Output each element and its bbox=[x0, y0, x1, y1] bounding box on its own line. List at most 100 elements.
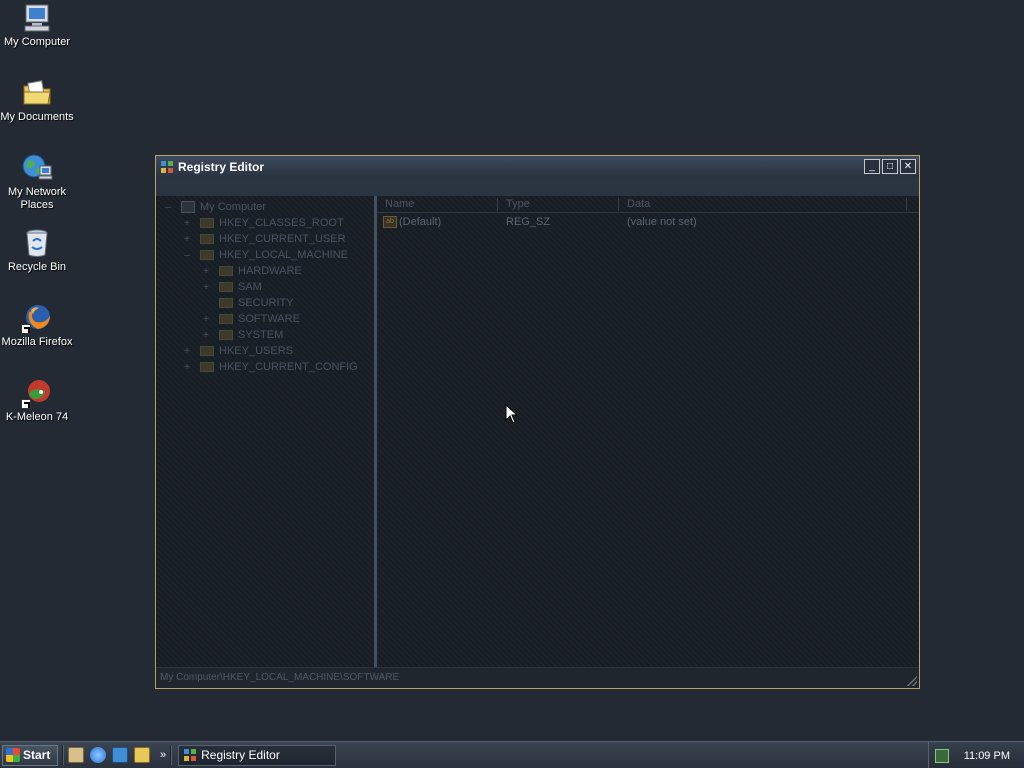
maximize-icon: □ bbox=[886, 160, 894, 172]
taskbar-button-registry-editor[interactable]: Registry Editor bbox=[178, 744, 337, 766]
tree-node-label: SECURITY bbox=[238, 297, 294, 309]
windows-explorer-icon[interactable] bbox=[134, 747, 150, 763]
close-button[interactable]: ✕ bbox=[900, 159, 916, 174]
tree-node-hkey-local-machine[interactable]: – HKEY_LOCAL_MACHINE bbox=[182, 247, 348, 263]
folder-icon bbox=[219, 314, 233, 324]
tree-node-label: HKEY_LOCAL_MACHINE bbox=[219, 249, 348, 261]
show-desktop-icon[interactable] bbox=[68, 747, 84, 763]
value-type: REG_SZ bbox=[506, 215, 551, 228]
tree-node-label: HKEY_CURRENT_USER bbox=[219, 233, 346, 245]
expand-icon[interactable]: + bbox=[201, 314, 211, 325]
registry-editor-icon bbox=[184, 749, 197, 761]
column-header-name[interactable]: Name bbox=[377, 197, 498, 211]
minimize-icon: _ bbox=[869, 160, 875, 172]
internet-explorer-icon[interactable] bbox=[90, 747, 106, 763]
registry-editor-window[interactable]: Registry Editor _ □ ✕ – My Computer + HK… bbox=[155, 155, 920, 689]
desktop-icon-k-meleon[interactable]: K-Meleon 74 bbox=[0, 377, 74, 424]
taskbar-separator bbox=[62, 745, 64, 765]
clock[interactable]: 11:09 PM bbox=[964, 750, 1010, 762]
desktop-icon-network-places[interactable]: My Network Places bbox=[0, 152, 74, 212]
shortcut-arrow-icon bbox=[21, 399, 31, 409]
expand-icon[interactable]: + bbox=[201, 266, 211, 277]
folder-icon bbox=[200, 346, 214, 356]
status-path: My Computer\HKEY_LOCAL_MACHINE\SOFTWARE bbox=[160, 672, 400, 683]
tree-node-my-computer[interactable]: – My Computer bbox=[163, 199, 266, 215]
tree-node-label: HKEY_USERS bbox=[219, 345, 293, 357]
tree-node-hkey-users[interactable]: + HKEY_USERS bbox=[182, 343, 293, 359]
column-header-type[interactable]: Type bbox=[498, 197, 619, 211]
folder-icon bbox=[200, 250, 214, 260]
desktop-icon-label: My Computer bbox=[3, 36, 71, 48]
maximize-button[interactable]: □ bbox=[882, 159, 898, 174]
registry-editor-icon bbox=[161, 161, 173, 173]
list-item[interactable]: ab (Default) REG_SZ (value not set) bbox=[377, 213, 919, 230]
expand-icon[interactable]: + bbox=[201, 330, 211, 341]
tree-node-label: HKEY_CLASSES_ROOT bbox=[219, 217, 344, 229]
network-tray-icon[interactable] bbox=[935, 748, 949, 763]
expand-icon[interactable]: + bbox=[182, 234, 192, 245]
collapse-icon[interactable]: – bbox=[163, 202, 173, 213]
mouse-cursor-icon bbox=[505, 404, 517, 424]
expand-icon[interactable]: + bbox=[201, 282, 211, 293]
expand-icon[interactable]: + bbox=[182, 346, 192, 357]
desktop-icon-recycle-bin[interactable]: Recycle Bin bbox=[0, 227, 74, 274]
tree-node-label: SYSTEM bbox=[238, 329, 284, 341]
tree-node-software[interactable]: + SOFTWARE bbox=[201, 311, 300, 327]
close-icon: ✕ bbox=[903, 160, 913, 172]
computer-icon bbox=[181, 201, 195, 213]
start-label: Start bbox=[23, 748, 51, 762]
desktop-icon-label: K-Meleon 74 bbox=[5, 411, 69, 423]
tree-node-hkey-classes-root[interactable]: + HKEY_CLASSES_ROOT bbox=[182, 215, 344, 231]
tree-node-label: My Computer bbox=[200, 201, 267, 213]
desktop-icon-firefox[interactable]: Mozilla Firefox bbox=[0, 302, 74, 349]
k-meleon-icon bbox=[21, 377, 53, 409]
column-header-data[interactable]: Data bbox=[619, 197, 907, 211]
tree-node-label: SAM bbox=[238, 281, 262, 293]
system-tray: 11:09 PM bbox=[928, 742, 1024, 768]
minimize-button[interactable]: _ bbox=[864, 159, 880, 174]
expand-icon[interactable]: + bbox=[182, 218, 192, 229]
my-documents-icon bbox=[21, 77, 53, 109]
folder-icon bbox=[200, 218, 214, 228]
resize-grip-icon[interactable] bbox=[907, 676, 917, 686]
start-button[interactable]: Start bbox=[2, 744, 58, 766]
quick-launch-chevron-icon[interactable]: » bbox=[160, 749, 166, 761]
folder-icon bbox=[219, 298, 233, 308]
tree-node-label: SOFTWARE bbox=[238, 313, 300, 325]
task-label: Registry Editor bbox=[201, 748, 280, 762]
tree-node-security[interactable]: SECURITY bbox=[201, 295, 294, 311]
menubar bbox=[156, 178, 919, 196]
windows-logo-icon bbox=[6, 748, 20, 762]
recycle-bin-icon bbox=[21, 227, 53, 259]
desktop-icon-label: Recycle Bin bbox=[7, 261, 67, 273]
taskbar-separator bbox=[170, 745, 173, 765]
tree-node-system[interactable]: + SYSTEM bbox=[201, 327, 283, 343]
tree-node-label: HARDWARE bbox=[238, 265, 302, 277]
window-titlebar[interactable]: Registry Editor _ □ ✕ bbox=[156, 156, 919, 178]
shortcut-arrow-icon bbox=[21, 324, 31, 334]
folder-icon bbox=[200, 234, 214, 244]
desktop-icon-label: Mozilla Firefox bbox=[1, 336, 73, 348]
tree-node-hardware[interactable]: + HARDWARE bbox=[201, 263, 302, 279]
taskbar: Start » Registry Editor 11:09 PM bbox=[0, 741, 1024, 768]
tree-node-hkey-current-config[interactable]: + HKEY_CURRENT_CONFIG bbox=[182, 359, 358, 375]
firefox-icon bbox=[21, 302, 53, 334]
my-computer-icon bbox=[21, 2, 53, 34]
window-title: Registry Editor bbox=[178, 160, 265, 174]
collapse-icon[interactable]: – bbox=[182, 250, 192, 261]
outlook-express-icon[interactable] bbox=[112, 747, 128, 763]
registry-tree[interactable]: – My Computer + HKEY_CLASSES_ROOT + HKEY… bbox=[157, 196, 374, 667]
value-name-cell: ab (Default) bbox=[377, 215, 498, 228]
expand-icon[interactable]: + bbox=[182, 362, 192, 373]
desktop-icon-label: My Network Places bbox=[7, 186, 67, 211]
folder-icon bbox=[219, 282, 233, 292]
tree-node-sam[interactable]: + SAM bbox=[201, 279, 262, 295]
desktop-icon-label: My Documents bbox=[0, 111, 74, 123]
desktop-icon-my-documents[interactable]: My Documents bbox=[0, 77, 74, 124]
folder-icon bbox=[219, 266, 233, 276]
tree-node-hkey-current-user[interactable]: + HKEY_CURRENT_USER bbox=[182, 231, 346, 247]
tree-node-label: HKEY_CURRENT_CONFIG bbox=[219, 361, 358, 373]
desktop-icon-my-computer[interactable]: My Computer bbox=[0, 2, 74, 49]
string-value-icon: ab bbox=[383, 215, 397, 228]
values-list[interactable]: Name Type Data ab (Default) REG_SZ (valu… bbox=[377, 196, 919, 667]
